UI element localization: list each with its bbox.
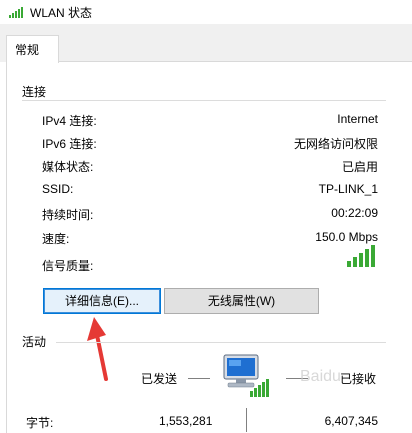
- connection-divider: [22, 100, 386, 101]
- duration-value: 00:22:09: [331, 206, 378, 220]
- details-button[interactable]: 详细信息(E)...: [43, 288, 161, 314]
- speed-label: 速度:: [42, 232, 70, 246]
- bytes-sent-value: 1,553,281: [159, 414, 213, 428]
- tab-strip: [0, 24, 412, 62]
- sent-label: 已发送: [141, 372, 178, 386]
- signal-quality-label: 信号质量:: [42, 259, 94, 273]
- signal-bar: [347, 261, 351, 267]
- bytes-separator: [246, 408, 247, 432]
- signal-bar: [365, 249, 369, 267]
- activity-divider: [56, 342, 386, 343]
- wireless-properties-button[interactable]: 无线属性(W): [164, 288, 319, 314]
- title-bar: WLAN 状态: [0, 0, 412, 24]
- annotation-arrow-icon: [87, 317, 108, 381]
- sent-connector: [188, 378, 210, 379]
- received-label: 已接收: [340, 372, 377, 386]
- media-state-label: 媒体状态:: [42, 160, 94, 174]
- window-title: WLAN 状态: [30, 6, 93, 20]
- ssid-value: TP-LINK_1: [318, 182, 378, 196]
- ipv6-value: 无网络访问权限: [293, 137, 378, 151]
- ssid-label: SSID:: [42, 182, 74, 196]
- wifi-signal-icon: [9, 7, 23, 18]
- ipv4-value: Internet: [337, 112, 378, 126]
- watermark-logo: Baidu: [300, 368, 341, 385]
- tab-general-label: 常规: [15, 43, 40, 57]
- bytes-label: 字节:: [26, 416, 54, 430]
- activity-section-title: 活动: [22, 335, 47, 349]
- ipv4-label: IPv4 连接:: [42, 114, 97, 128]
- signal-bar: [359, 253, 363, 267]
- media-state-value: 已启用: [341, 160, 378, 174]
- signal-bar: [353, 257, 357, 267]
- ipv6-label: IPv6 连接:: [42, 137, 97, 151]
- tab-general[interactable]: 常规: [6, 35, 59, 63]
- bytes-received-value: 6,407,345: [324, 414, 378, 428]
- connection-section-title: 连接: [22, 85, 47, 99]
- signal-bar: [371, 245, 375, 267]
- speed-value: 150.0 Mbps: [315, 230, 378, 244]
- network-computer-icon: [223, 354, 269, 397]
- duration-label: 持续时间:: [42, 208, 94, 222]
- signal-strength-icon: [347, 245, 375, 267]
